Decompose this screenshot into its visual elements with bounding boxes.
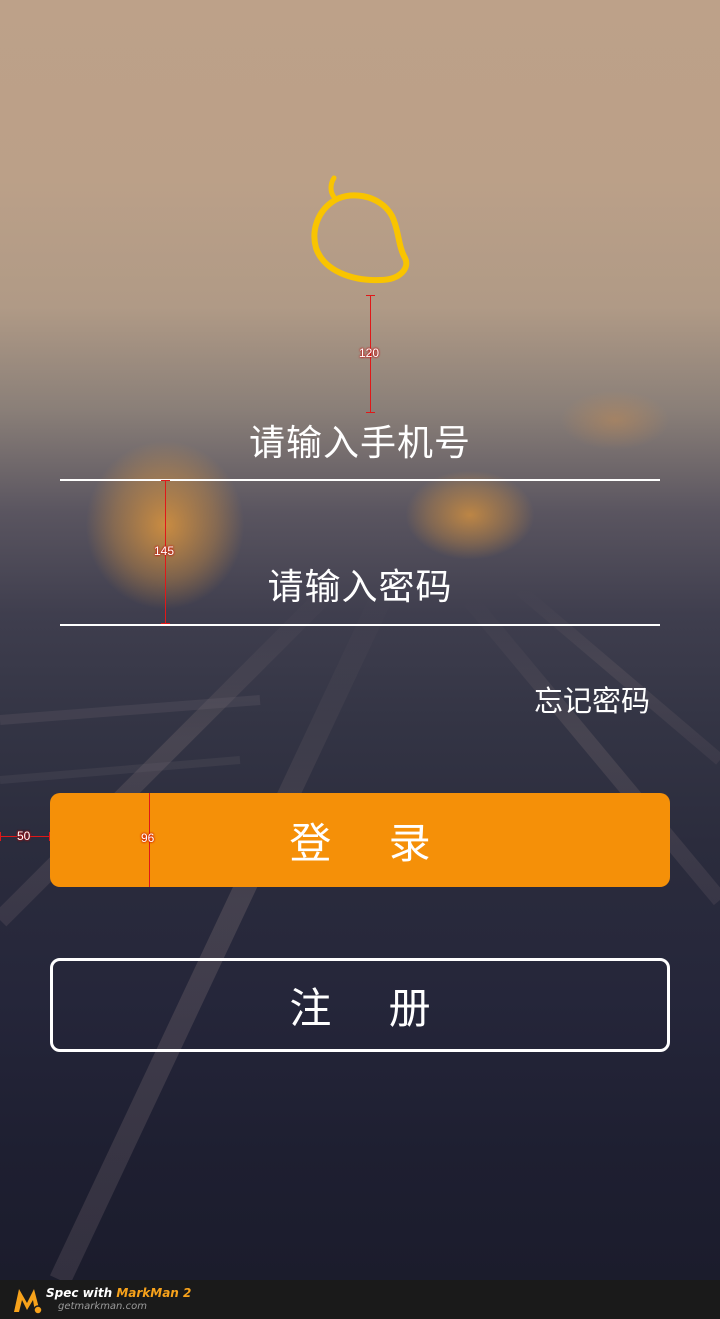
markman-brand: MarkMan 2 (116, 1285, 192, 1300)
spec-line (0, 832, 1, 841)
login-screen: 120 请输入手机号 145 请输入密码 忘记密码 登 录 50 96 注 册 (0, 0, 720, 1280)
spec-label: 120 (359, 346, 380, 360)
forgot-password-link[interactable]: 忘记密码 (534, 678, 650, 720)
spec-line (49, 832, 50, 841)
register-button[interactable]: 注 册 (50, 958, 670, 1052)
markman-footer: Spec with MarkMan 2 getmarkman.com (0, 1280, 720, 1319)
markman-title: Spec with MarkMan 2 (46, 1285, 192, 1300)
mango-icon (311, 175, 410, 284)
spec-line (366, 412, 375, 413)
markman-prefix: Spec with (46, 1285, 117, 1300)
phone-input-underline (60, 479, 660, 481)
spec-label: 96 (141, 831, 155, 845)
spec-label: 50 (17, 829, 31, 843)
phone-input[interactable]: 请输入手机号 (60, 414, 660, 466)
spec-label: 145 (154, 544, 175, 558)
markman-credit: Spec with MarkMan 2 getmarkman.com (46, 1285, 192, 1313)
spec-line (366, 295, 375, 296)
markman-url: getmarkman.com (58, 1300, 147, 1312)
spec-line (161, 480, 170, 481)
password-input[interactable]: 请输入密码 (60, 558, 660, 610)
password-input-underline (60, 624, 660, 626)
markman-logo-icon (14, 1288, 43, 1315)
